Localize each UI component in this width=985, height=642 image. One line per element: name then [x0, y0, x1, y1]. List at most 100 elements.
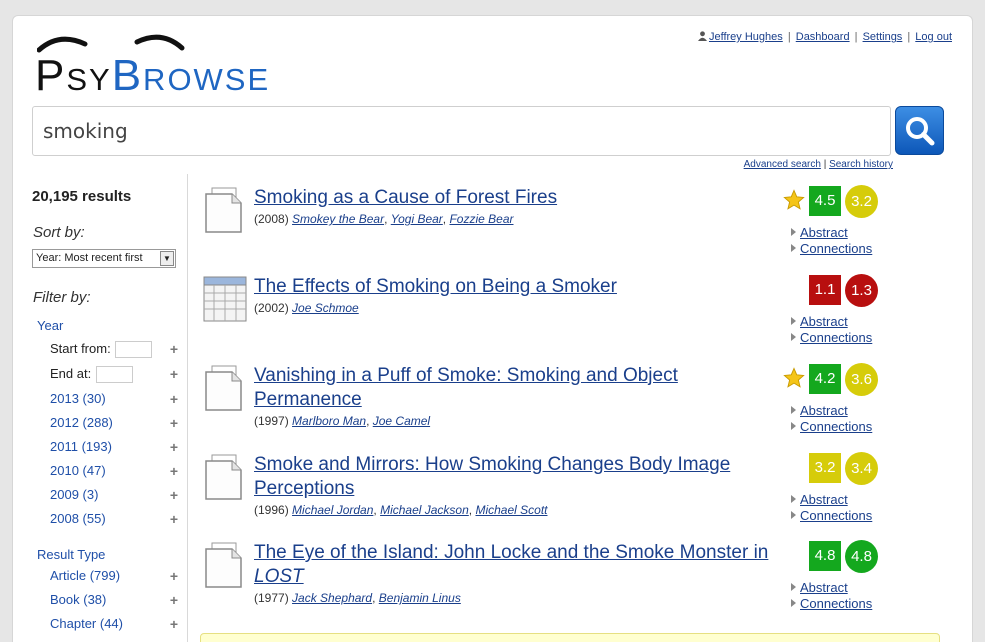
result-item: Smoke and Mirrors: How Smoking Changes B…	[203, 452, 903, 533]
filter-item-label: Chapter (44)	[50, 616, 123, 631]
result-item: The Effects of Smoking on Being a Smoker…	[203, 274, 903, 355]
result-meta: (1977) Jack Shephard, Benjamin Linus	[254, 591, 461, 605]
author-link[interactable]: Michael Jackson	[380, 503, 469, 517]
author-link[interactable]: Marlboro Man	[292, 414, 366, 428]
author-link[interactable]: Fozzie Bear	[449, 212, 513, 226]
filter-item-label: Article (799)	[50, 568, 121, 583]
plus-icon[interactable]: +	[170, 439, 178, 455]
connections-link[interactable]: Connections	[791, 508, 872, 523]
separator: |	[854, 31, 858, 43]
filter-year-item[interactable]: 2011 (193) +	[50, 439, 178, 459]
filter-item-label: 2012 (288)	[50, 415, 113, 430]
filter-group-result-type[interactable]: Result Type	[37, 547, 105, 562]
logo-text-browse: Browse	[111, 51, 271, 100]
abstract-link[interactable]: Abstract	[791, 492, 848, 507]
settings-link[interactable]: Settings	[863, 31, 903, 43]
result-title-link[interactable]: Smoking as a Cause of Forest Fires	[254, 186, 774, 210]
rating-score-square: 1.1	[809, 275, 841, 305]
separator: |	[907, 31, 911, 43]
plus-icon[interactable]: +	[170, 616, 178, 632]
author-link[interactable]: Michael Jordan	[292, 503, 373, 517]
filter-type-item[interactable]: Chapter (44) +	[50, 616, 178, 636]
result-title-link[interactable]: The Eye of the Island: John Locke and th…	[254, 541, 774, 589]
user-bar: Jeffrey Hughes | Dashboard | Settings | …	[697, 31, 952, 43]
filter-item-label: 2010 (47)	[50, 463, 106, 478]
filter-year-item[interactable]: 2008 (55) +	[50, 511, 178, 531]
expand-arrow-icon	[791, 422, 796, 430]
expand-arrow-icon	[791, 333, 796, 341]
result-title-link[interactable]: Smoke and Mirrors: How Smoking Changes B…	[254, 453, 774, 501]
end-at-label: End at:	[50, 366, 92, 381]
connections-link[interactable]: Connections	[791, 241, 872, 256]
abstract-link[interactable]: Abstract	[791, 314, 848, 329]
connections-link[interactable]: Connections	[791, 330, 872, 345]
filter-item-label: 2011 (193)	[50, 439, 112, 454]
abstract-link[interactable]: Abstract	[791, 580, 848, 595]
connections-link[interactable]: Connections	[791, 419, 872, 434]
rating-score-square: 3.2	[809, 453, 841, 483]
star-icon[interactable]	[783, 367, 805, 389]
result-year: (1977)	[254, 591, 293, 605]
rating-score-circle: 4.8	[845, 540, 878, 573]
result-meta: (1996) Michael Jordan, Michael Jackson, …	[254, 503, 548, 517]
expand-arrow-icon	[791, 511, 796, 519]
sort-select[interactable]: Year: Most recent first ▼	[32, 249, 176, 268]
filter-end-row: End at: +	[50, 366, 178, 386]
result-year: (1996)	[254, 503, 293, 517]
filter-type-item[interactable]: Article (799) +	[50, 568, 178, 588]
filter-item-label: 2009 (3)	[50, 487, 99, 502]
expand-arrow-icon	[791, 317, 796, 325]
plus-icon[interactable]: +	[170, 366, 178, 382]
rating-score-circle: 3.4	[845, 452, 878, 485]
plus-icon[interactable]: +	[170, 463, 178, 479]
start-year-input[interactable]	[115, 341, 152, 358]
author-link[interactable]: Jack Shephard	[292, 591, 372, 605]
dashboard-link[interactable]: Dashboard	[796, 31, 850, 43]
plus-icon[interactable]: +	[170, 592, 178, 608]
notice-banner	[200, 633, 940, 642]
expand-arrow-icon	[791, 495, 796, 503]
author-link[interactable]: Yogi Bear	[391, 212, 443, 226]
user-name-link[interactable]: Jeffrey Hughes	[709, 31, 783, 43]
star-icon[interactable]	[783, 189, 805, 211]
plus-icon[interactable]: +	[170, 391, 178, 407]
plus-icon[interactable]: +	[170, 568, 178, 584]
connections-link[interactable]: Connections	[791, 596, 872, 611]
end-year-input[interactable]	[96, 366, 133, 383]
sort-select-value: Year: Most recent first	[36, 252, 143, 264]
plus-icon[interactable]: +	[170, 487, 178, 503]
search-button[interactable]	[895, 106, 944, 155]
abstract-link[interactable]: Abstract	[791, 225, 848, 240]
filter-label: Filter by:	[33, 289, 91, 306]
author-link[interactable]: Joe Schmoe	[292, 301, 359, 315]
advanced-search-link[interactable]: Advanced search	[744, 159, 821, 170]
plus-icon[interactable]: +	[170, 511, 178, 527]
plus-icon[interactable]: +	[170, 415, 178, 431]
author-link[interactable]: Joe Camel	[373, 414, 430, 428]
document-icon	[205, 187, 242, 233]
result-title-link[interactable]: Vanishing in a Puff of Smoke: Smoking an…	[254, 364, 774, 412]
filter-year-item[interactable]: 2010 (47) +	[50, 463, 178, 483]
author-link[interactable]: Michael Scott	[475, 503, 547, 517]
expand-arrow-icon	[791, 583, 796, 591]
author-link[interactable]: Benjamin Linus	[379, 591, 461, 605]
result-title-link[interactable]: The Effects of Smoking on Being a Smoker	[254, 275, 774, 299]
search-input[interactable]: smoking	[32, 106, 891, 156]
filter-year-item[interactable]: 2012 (288) +	[50, 415, 178, 435]
filter-item-label: 2008 (55)	[50, 511, 106, 526]
filter-year-item[interactable]: 2009 (3) +	[50, 487, 178, 507]
abstract-link[interactable]: Abstract	[791, 403, 848, 418]
logout-link[interactable]: Log out	[915, 31, 952, 43]
filter-year-item[interactable]: 2013 (30) +	[50, 391, 178, 411]
psybrowse-logo[interactable]: PsyBrowse	[35, 34, 355, 98]
search-history-link[interactable]: Search history	[829, 159, 893, 170]
expand-arrow-icon	[791, 244, 796, 252]
filter-item-label: 2013 (30)	[50, 391, 106, 406]
filter-type-item[interactable]: Book (38) +	[50, 592, 178, 612]
separator: |	[823, 159, 827, 170]
filter-group-year[interactable]: Year	[37, 318, 63, 333]
result-year: (2008)	[254, 212, 293, 226]
rating-score-square: 4.2	[809, 364, 841, 394]
author-link[interactable]: Smokey the Bear	[292, 212, 384, 226]
plus-icon[interactable]: +	[170, 341, 178, 357]
